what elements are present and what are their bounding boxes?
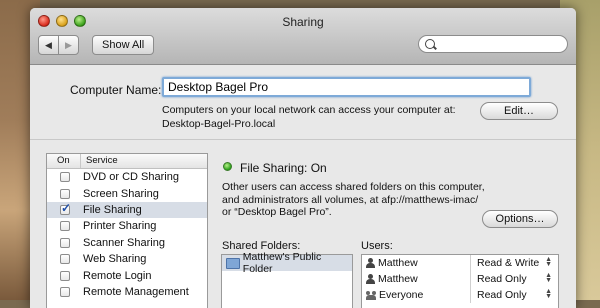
user-icon xyxy=(366,274,375,284)
service-label: Remote Management xyxy=(83,285,189,298)
service-checkbox[interactable] xyxy=(60,237,70,248)
up-down-arrows-icon: ▲ ▼ xyxy=(545,288,552,300)
permission-value: Read Only xyxy=(477,273,527,285)
permission-popup[interactable]: Read & Write ▲ ▼ xyxy=(471,256,558,269)
service-table-header: On Service xyxy=(47,154,207,169)
permission-popup[interactable]: Read Only ▲ ▼ xyxy=(471,288,558,301)
back-button[interactable]: ◀ xyxy=(39,36,58,54)
service-label: Web Sharing xyxy=(83,253,147,266)
network-info: Computers on your local network can acce… xyxy=(162,103,482,131)
computer-name-input[interactable] xyxy=(162,77,531,97)
shared-folder-row[interactable]: Matthew's Public Folder xyxy=(222,251,352,275)
service-row[interactable]: Remote Management xyxy=(47,284,207,300)
forward-button[interactable]: ▶ xyxy=(58,36,78,54)
user-row[interactable]: Matthew Read Only ▲ ▼ xyxy=(362,271,558,287)
service-label: File Sharing xyxy=(83,203,142,216)
shared-folder-name: Matthew's Public Folder xyxy=(242,251,322,275)
user-cell: Matthew xyxy=(362,271,471,287)
service-row[interactable]: Screen Sharing xyxy=(47,185,207,201)
nav-buttons: ◀ ▶ xyxy=(38,35,79,55)
network-info-line: Computers on your local network can acce… xyxy=(162,104,456,116)
service-checkbox[interactable] xyxy=(60,221,70,232)
description-line: or “Desktop Bagel Pro”. xyxy=(222,206,332,218)
user-row[interactable]: Matthew Read & Write ▲ ▼ xyxy=(362,255,558,271)
toolbar: ◀ ▶ Show All xyxy=(38,34,568,56)
service-label: Screen Sharing xyxy=(83,187,159,200)
separator xyxy=(30,139,576,140)
window-title: Sharing xyxy=(282,15,324,29)
users-label: Users: xyxy=(361,240,393,252)
service-row[interactable]: Remote Login xyxy=(47,267,207,283)
service-row[interactable]: DVD or CD Sharing xyxy=(47,169,207,185)
service-checkbox[interactable] xyxy=(60,172,70,183)
user-name: Everyone xyxy=(379,289,424,301)
description-line: Other users can access shared folders on… xyxy=(222,181,485,193)
service-row[interactable]: Web Sharing xyxy=(47,251,207,267)
header-on[interactable]: On xyxy=(47,154,81,168)
description-line: and administrators all volumes, at afp:/… xyxy=(222,193,479,206)
service-label: Remote Login xyxy=(83,269,152,282)
network-address: Desktop-Bagel-Pro.local xyxy=(162,118,276,130)
search-field[interactable] xyxy=(418,35,568,53)
service-row-selected[interactable]: File Sharing xyxy=(47,201,207,219)
computer-name-label: Computer Name: xyxy=(70,83,162,97)
up-down-arrows-icon: ▲ ▼ xyxy=(545,256,552,268)
service-status: File Sharing: On xyxy=(240,161,327,175)
group-icon xyxy=(366,290,377,300)
user-cell: Matthew xyxy=(362,255,471,271)
show-all-button[interactable]: Show All xyxy=(92,35,155,55)
service-row[interactable]: Scanner Sharing xyxy=(47,235,207,251)
title-bar: Sharing ◀ ▶ Show All xyxy=(30,8,576,65)
service-checkbox[interactable] xyxy=(60,270,70,281)
search-icon xyxy=(425,39,435,49)
service-description: Other users can access shared folders on… xyxy=(222,181,512,219)
service-label: DVD or CD Sharing xyxy=(83,171,179,184)
user-row[interactable]: Everyone Read Only ▲ ▼ xyxy=(362,287,558,303)
header-service[interactable]: Service xyxy=(81,154,118,168)
service-label: Printer Sharing xyxy=(83,220,157,233)
service-checkbox[interactable] xyxy=(60,254,70,265)
service-checkbox[interactable] xyxy=(60,286,70,297)
status-indicator-icon xyxy=(223,162,232,171)
user-cell: Everyone xyxy=(362,287,471,303)
options-button[interactable]: Options… xyxy=(482,210,558,228)
edit-button[interactable]: Edit… xyxy=(480,102,558,120)
service-label: Scanner Sharing xyxy=(83,236,165,249)
service-checkbox[interactable] xyxy=(60,188,70,199)
sharing-window: Sharing ◀ ▶ Show All Computer Name: Comp… xyxy=(30,8,576,308)
up-down-arrows-icon: ▲ ▼ xyxy=(545,272,552,284)
permission-value: Read Only xyxy=(477,289,527,301)
service-row[interactable]: Printer Sharing xyxy=(47,218,207,234)
permission-popup[interactable]: Read Only ▲ ▼ xyxy=(471,272,558,285)
user-name: Matthew xyxy=(378,273,418,285)
permission-value: Read & Write xyxy=(477,257,540,269)
service-checkbox-checked[interactable] xyxy=(60,201,71,215)
user-name: Matthew xyxy=(378,257,418,269)
service-table: On Service DVD or CD Sharing Screen Shar… xyxy=(46,153,208,308)
user-icon xyxy=(366,258,375,268)
folder-icon xyxy=(226,257,240,269)
